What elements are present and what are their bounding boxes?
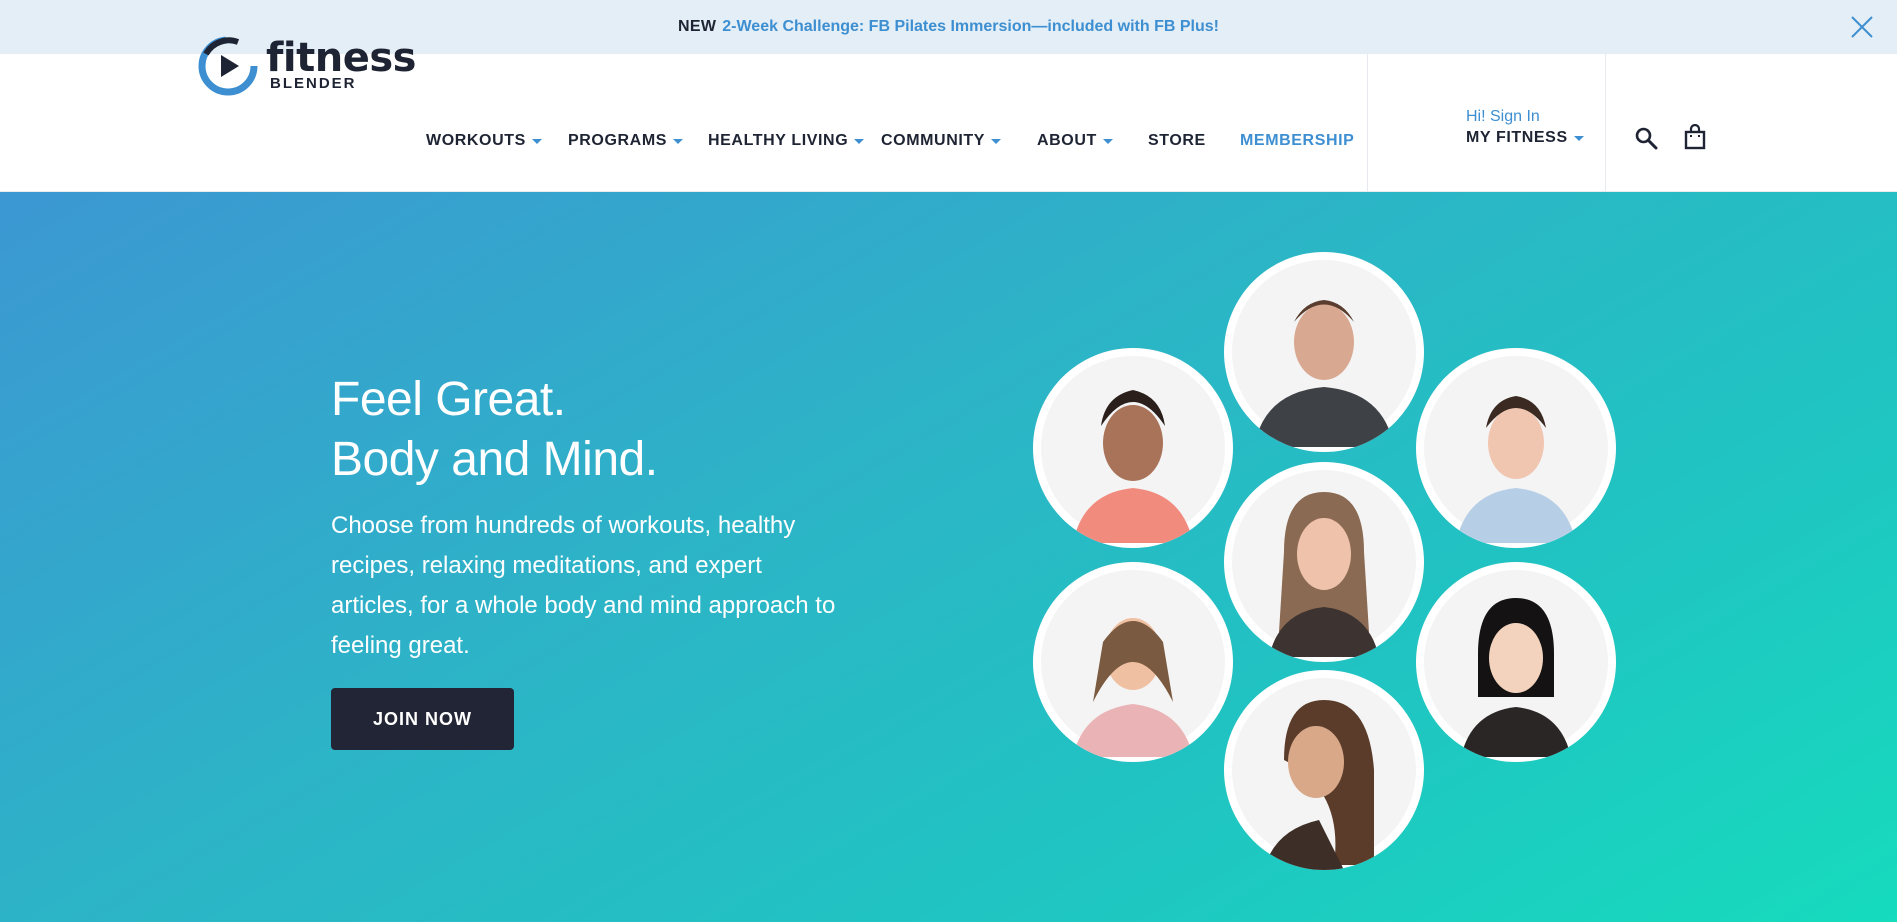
caret-down-icon [1573,135,1584,141]
nav-item-workouts[interactable]: WORKOUTS [426,131,542,151]
announcement-new-label: NEW [678,18,717,35]
nav-item-label: COMMUNITY [881,132,986,149]
sign-in-link[interactable]: Hi! Sign In [1466,108,1584,126]
hero-section: Feel Great. Body and Mind. Choose from h… [0,192,1897,922]
logo-wordmark: fitness [266,35,416,81]
nav-item-label: HEALTHY LIVING [708,132,849,149]
my-fitness-label: MY FITNESS [1466,129,1568,146]
trainer-avatar [1033,348,1233,548]
trainer-avatar [1416,348,1616,548]
logo-subtitle: BLENDER [270,75,357,92]
header-divider [1605,54,1606,192]
nav-item-label: ABOUT [1037,132,1097,149]
caret-down-icon [854,138,865,144]
close-icon[interactable] [1849,14,1875,40]
nav-item-label: MEMBERSHIP [1240,132,1355,149]
search-icon[interactable] [1634,126,1658,155]
trainer-avatar [1224,462,1424,662]
hero-title: Feel Great. Body and Mind. [331,370,658,490]
join-now-button[interactable]: JOIN NOW [331,688,514,750]
caret-down-icon [991,138,1002,144]
nav-item-membership[interactable]: MEMBERSHIP [1240,131,1354,151]
nav-item-healthy-living[interactable]: HEALTHY LIVING [708,131,865,151]
my-fitness-menu[interactable]: MY FITNESS [1466,129,1584,147]
nav-item-programs[interactable]: PROGRAMS [568,131,684,151]
caret-down-icon [1102,138,1113,144]
trainer-avatar [1033,562,1233,762]
play-circle-icon [198,36,258,101]
caret-down-icon [531,138,542,144]
nav-item-label: STORE [1148,132,1206,149]
nav-item-label: PROGRAMS [568,132,668,149]
hero-title-line2: Body and Mind. [331,433,658,486]
trainer-avatar [1224,252,1424,452]
trainer-avatar [1416,562,1616,762]
shopping-bag-icon[interactable] [1684,123,1706,155]
nav-item-store[interactable]: STORE [1148,131,1206,151]
nav-item-community[interactable]: COMMUNITY [881,131,1002,151]
header-divider [1367,54,1368,192]
hero-description: Choose from hundreds of workouts, health… [331,512,836,659]
site-logo[interactable]: fitness BLENDER [198,36,416,101]
hero-title-line1: Feel Great. [331,373,566,426]
announcement-promo-link[interactable]: 2-Week Challenge: FB Pilates Immersion—i… [722,18,1219,36]
nav-item-label: WORKOUTS [426,132,526,149]
caret-down-icon [673,138,684,144]
account-menu: Hi! Sign In MY FITNESS [1466,108,1584,147]
nav-item-about[interactable]: ABOUT [1037,131,1113,151]
trainer-avatar [1224,670,1424,870]
